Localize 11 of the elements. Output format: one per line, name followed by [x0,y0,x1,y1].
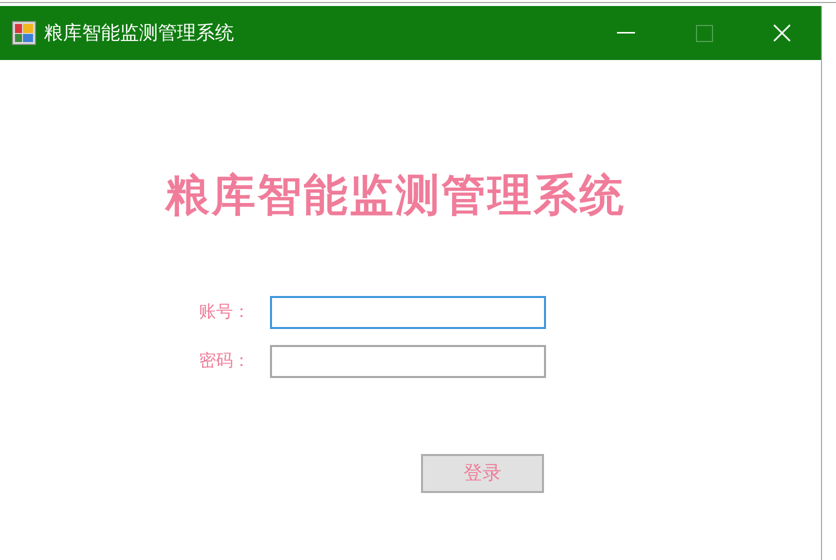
system-heading: 粮库智能监测管理系统 [166,169,626,223]
app-icon [12,21,36,45]
minimize-icon [617,32,635,34]
close-icon [773,24,791,42]
field-label: 密码： [198,350,251,373]
login-button[interactable]: 登录 [421,454,544,493]
input-field[interactable] [270,345,546,378]
field-label: 账号： [198,300,251,324]
maximize-icon [696,24,712,42]
input-field[interactable] [270,296,546,329]
window-title: 粮库智能监测管理系统 [44,20,234,46]
